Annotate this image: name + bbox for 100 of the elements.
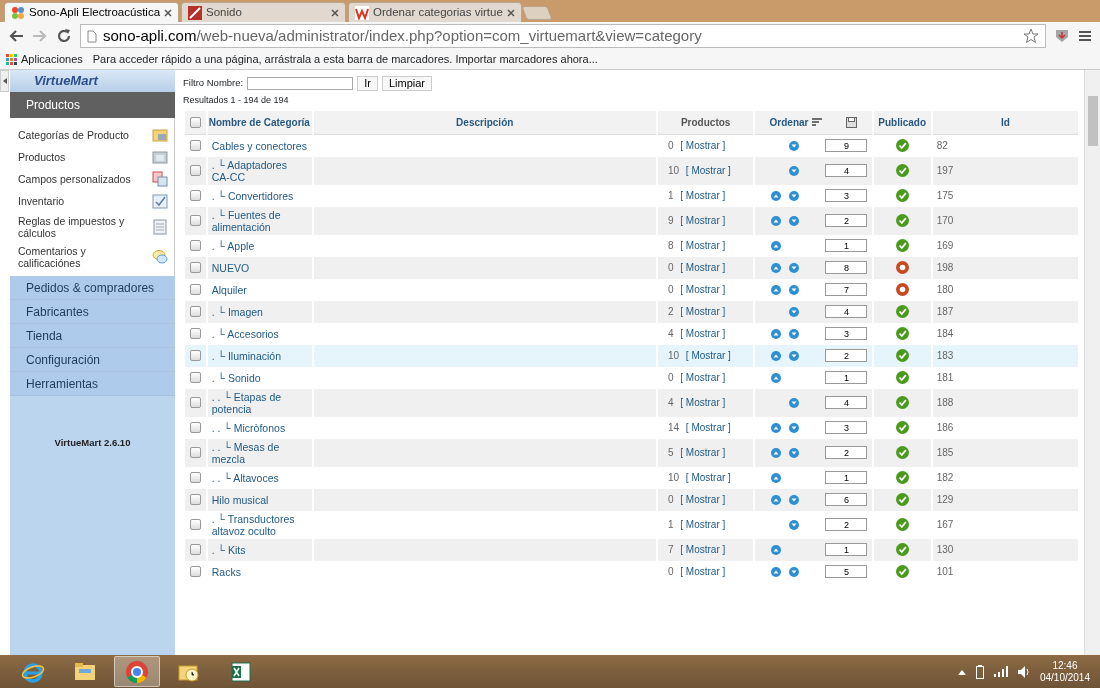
reset-button[interactable]: Limpiar xyxy=(381,75,432,91)
save-icon[interactable] xyxy=(846,116,858,128)
section-header[interactable]: Productos xyxy=(10,92,175,118)
reload-icon[interactable] xyxy=(56,28,72,44)
checkbox[interactable] xyxy=(189,165,201,177)
order-field[interactable]: 3 xyxy=(825,421,868,434)
move-up-icon[interactable] xyxy=(771,262,782,273)
show-products-link[interactable]: [ Mostrar ] xyxy=(680,283,726,295)
show-products-link[interactable]: [ Mostrar ] xyxy=(685,471,731,483)
speaker-icon[interactable] xyxy=(1017,665,1030,678)
category-link[interactable]: . └ Sonido xyxy=(211,371,308,384)
move-up-icon[interactable] xyxy=(771,328,782,339)
order-field[interactable]: 4 xyxy=(825,164,868,177)
sidebar-link[interactable]: Comentarios y calificaciónes xyxy=(10,242,174,272)
scrollbar[interactable] xyxy=(1084,70,1100,655)
published-check-icon[interactable] xyxy=(895,543,909,556)
category-link[interactable]: . └ Apple xyxy=(211,239,308,252)
taskbar-button[interactable] xyxy=(114,656,160,687)
category-link[interactable]: Alquiler xyxy=(211,283,308,296)
order-field[interactable]: 5 xyxy=(825,565,868,578)
published-check-icon[interactable] xyxy=(895,349,909,362)
move-up-icon[interactable] xyxy=(771,422,782,433)
search-button[interactable]: Ir xyxy=(357,75,378,91)
move-up-icon[interactable] xyxy=(771,372,782,383)
unpublished-icon[interactable] xyxy=(895,283,909,296)
move-up-icon[interactable] xyxy=(771,350,782,361)
order-field[interactable]: 1 xyxy=(825,543,868,556)
forward-icon[interactable] xyxy=(32,29,48,43)
move-down-icon[interactable] xyxy=(789,284,800,295)
show-products-link[interactable]: [ Mostrar ] xyxy=(685,349,731,361)
sidebar-link[interactable]: Productos xyxy=(10,146,174,168)
move-down-icon[interactable] xyxy=(789,306,800,317)
move-down-icon[interactable] xyxy=(789,190,800,201)
checkbox[interactable] xyxy=(189,422,201,434)
clock-date[interactable]: 04/10/2014 xyxy=(1039,671,1090,684)
order-field[interactable]: 9 xyxy=(825,139,868,152)
published-check-icon[interactable] xyxy=(895,371,909,384)
order-field[interactable]: 2 xyxy=(825,446,868,459)
move-down-icon[interactable] xyxy=(789,262,800,273)
sidebar-link[interactable]: Reglas de impuestos y cálculos xyxy=(10,212,174,242)
unpublished-icon[interactable] xyxy=(895,261,909,274)
show-products-link[interactable]: [ Mostrar ] xyxy=(680,493,726,505)
move-down-icon[interactable] xyxy=(789,519,800,530)
checkbox[interactable] xyxy=(189,328,201,340)
show-products-link[interactable]: [ Mostrar ] xyxy=(680,327,726,339)
move-down-icon[interactable] xyxy=(789,165,800,176)
move-down-icon[interactable] xyxy=(789,350,800,361)
checkbox[interactable] xyxy=(189,544,201,556)
import-bookmarks-link[interactable]: Importar marcadores ahora... xyxy=(455,53,598,66)
close-icon[interactable] xyxy=(164,8,173,17)
move-down-icon[interactable] xyxy=(789,422,800,433)
sidebar-menu-item[interactable]: Tienda xyxy=(10,324,175,348)
published-check-icon[interactable] xyxy=(895,565,909,578)
chevron-up-icon[interactable] xyxy=(957,668,966,675)
order-field[interactable]: 2 xyxy=(825,214,868,227)
published-check-icon[interactable] xyxy=(895,518,909,531)
order-field[interactable]: 1 xyxy=(825,239,868,252)
star-icon[interactable] xyxy=(1023,28,1039,44)
column-header[interactable]: Id xyxy=(1000,116,1010,128)
sidebar-link[interactable]: Categorías de Producto xyxy=(10,124,174,146)
move-up-icon[interactable] xyxy=(771,215,782,226)
browser-tab[interactable]: Sono-Apli Electroacústica xyxy=(4,2,180,22)
checkbox[interactable] xyxy=(189,472,201,484)
collapse-arrow-icon[interactable] xyxy=(2,78,7,84)
category-link[interactable]: Racks xyxy=(211,565,308,578)
category-link[interactable]: . . └ Micròfonos xyxy=(211,421,308,434)
checkbox[interactable] xyxy=(189,215,201,227)
show-products-link[interactable]: [ Mostrar ] xyxy=(680,189,726,201)
show-products-link[interactable]: [ Mostrar ] xyxy=(680,446,726,458)
show-products-link[interactable]: [ Mostrar ] xyxy=(680,261,726,273)
move-up-icon[interactable] xyxy=(771,240,782,251)
move-up-icon[interactable] xyxy=(771,190,782,201)
show-products-link[interactable]: [ Mostrar ] xyxy=(680,214,726,226)
show-products-link[interactable]: [ Mostrar ] xyxy=(685,164,731,176)
move-up-icon[interactable] xyxy=(771,494,782,505)
move-down-icon[interactable] xyxy=(789,447,800,458)
checkbox[interactable] xyxy=(189,262,201,274)
signal-icon[interactable] xyxy=(993,666,1008,677)
category-link[interactable]: . └ Transductores altavoz oculto xyxy=(211,512,308,537)
move-down-icon[interactable] xyxy=(789,328,800,339)
order-field[interactable]: 3 xyxy=(825,327,868,340)
order-field[interactable]: 4 xyxy=(825,305,868,318)
published-check-icon[interactable] xyxy=(895,305,909,318)
move-down-icon[interactable] xyxy=(789,140,800,151)
order-field[interactable]: 1 xyxy=(825,371,868,384)
move-down-icon[interactable] xyxy=(789,494,800,505)
move-up-icon[interactable] xyxy=(771,472,782,483)
move-down-icon[interactable] xyxy=(789,397,800,408)
order-field[interactable]: 8 xyxy=(825,261,868,274)
published-check-icon[interactable] xyxy=(895,493,909,506)
checkbox[interactable] xyxy=(189,306,201,318)
move-up-icon[interactable] xyxy=(771,566,782,577)
show-products-link[interactable]: [ Mostrar ] xyxy=(680,305,726,317)
move-down-icon[interactable] xyxy=(789,566,800,577)
order-field[interactable]: 1 xyxy=(825,471,868,484)
move-up-icon[interactable] xyxy=(771,447,782,458)
category-link[interactable]: . └ Accesorios xyxy=(211,327,308,340)
checkbox[interactable] xyxy=(189,519,201,531)
show-products-link[interactable]: [ Mostrar ] xyxy=(680,139,726,151)
sidebar-menu-item[interactable]: Configuración xyxy=(10,348,175,372)
